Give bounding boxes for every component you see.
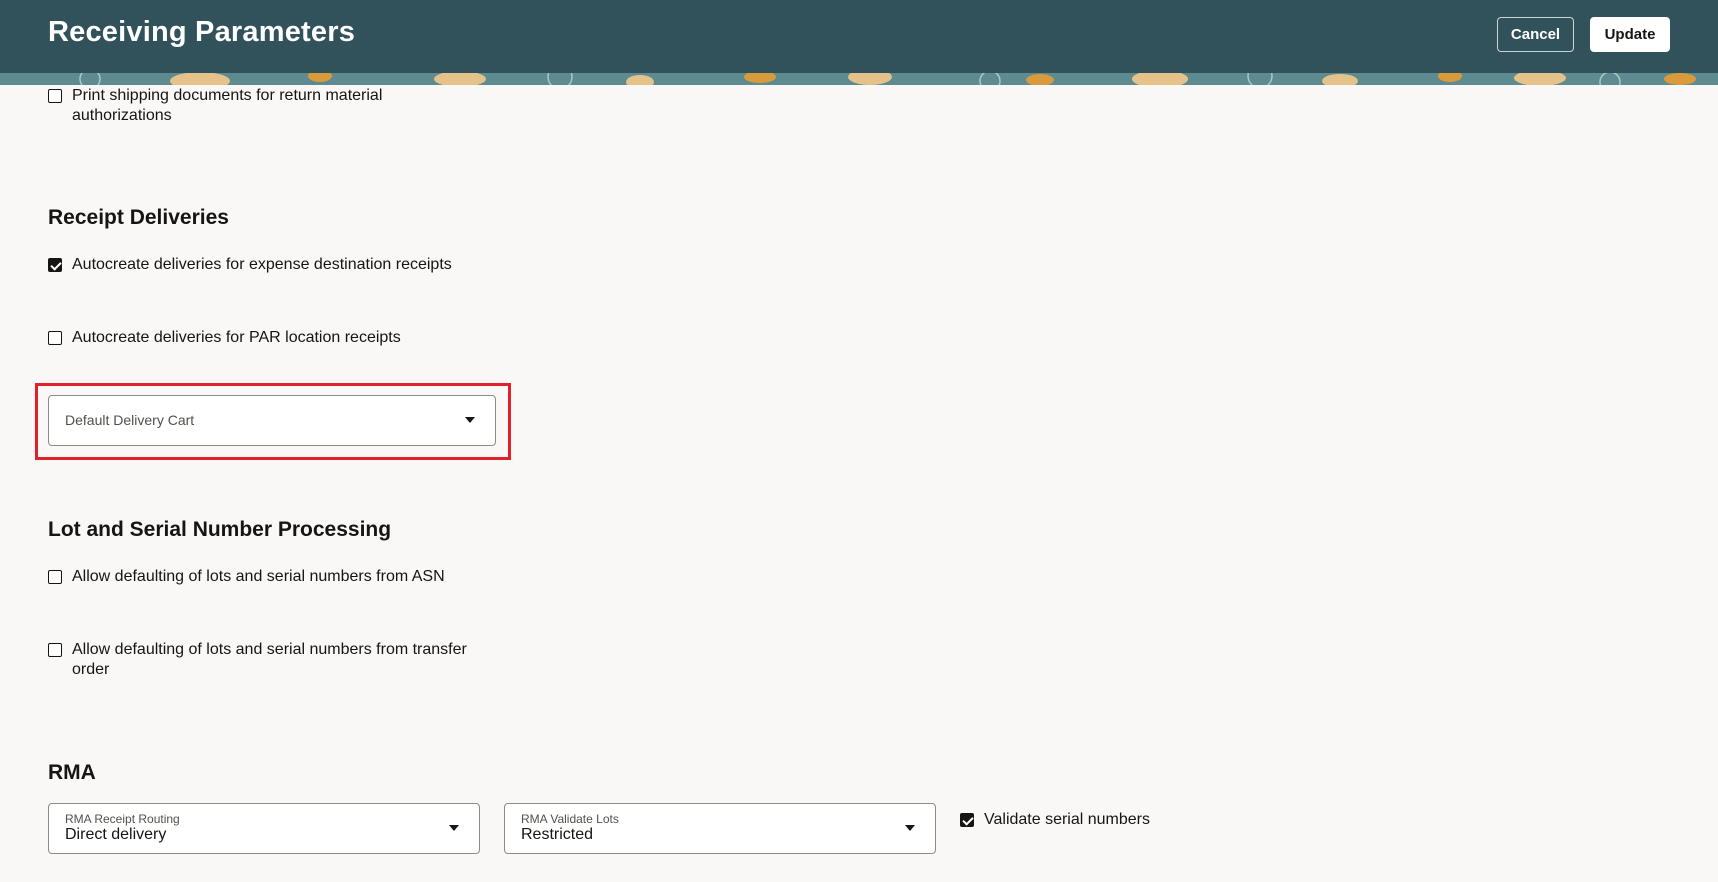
lot-serial-transfer-checkbox[interactable] <box>48 643 62 657</box>
section-title-receipt-deliveries: Receipt Deliveries <box>48 206 229 229</box>
rma-validate-lots-value: Restricted <box>521 826 594 843</box>
default-delivery-cart-placeholder: Default Delivery Cart <box>65 412 195 428</box>
page-title: Receiving Parameters <box>48 16 356 48</box>
decorative-pattern <box>0 73 1718 85</box>
validate-serial-label: Validate serial numbers <box>984 811 1151 828</box>
print-shipping-docs-row[interactable]: Print shipping documents for return mate… <box>48 86 448 126</box>
rma-validate-lots-label: RMA Validate Lots <box>521 812 619 826</box>
section-title-lot-serial: Lot and Serial Number Processing <box>48 518 392 541</box>
cancel-button[interactable]: Cancel <box>1497 17 1574 52</box>
validate-serial-row[interactable]: Validate serial numbers <box>960 810 1150 830</box>
lot-serial-transfer-label: Allow defaulting of lots and serial numb… <box>72 641 467 678</box>
rma-receipt-routing-label: RMA Receipt Routing <box>65 812 180 826</box>
autocreate-expense-checkbox[interactable] <box>48 258 62 272</box>
page-header: Receiving Parameters Cancel Update <box>0 0 1718 73</box>
chevron-down-icon[interactable] <box>465 417 475 423</box>
update-button[interactable]: Update <box>1590 17 1670 52</box>
print-shipping-docs-checkbox[interactable] <box>48 89 62 103</box>
rma-receipt-routing-value: Direct delivery <box>65 826 167 843</box>
print-shipping-docs-label: Print shipping documents for return mate… <box>72 87 383 124</box>
chevron-down-icon[interactable] <box>905 825 915 831</box>
lot-serial-asn-label: Allow defaulting of lots and serial numb… <box>72 568 445 585</box>
autocreate-expense-label: Autocreate deliveries for expense destin… <box>72 256 452 273</box>
autocreate-expense-row[interactable]: Autocreate deliveries for expense destin… <box>48 255 452 275</box>
autocreate-par-checkbox[interactable] <box>48 331 62 345</box>
lot-serial-transfer-row[interactable]: Allow defaulting of lots and serial numb… <box>48 640 488 680</box>
chevron-down-icon[interactable] <box>449 825 459 831</box>
rma-validate-lots-select[interactable]: RMA Validate Lots Restricted <box>504 803 936 854</box>
validate-serial-checkbox[interactable] <box>960 813 974 827</box>
lot-serial-asn-row[interactable]: Allow defaulting of lots and serial numb… <box>48 567 445 587</box>
default-delivery-cart-select[interactable]: Default Delivery Cart <box>48 395 496 446</box>
lot-serial-asn-checkbox[interactable] <box>48 570 62 584</box>
rma-receipt-routing-select[interactable]: RMA Receipt Routing Direct delivery <box>48 803 480 854</box>
section-title-rma: RMA <box>48 761 96 784</box>
autocreate-par-row[interactable]: Autocreate deliveries for PAR location r… <box>48 328 401 348</box>
header-pattern-strip <box>0 73 1718 85</box>
autocreate-par-label: Autocreate deliveries for PAR location r… <box>72 329 401 346</box>
